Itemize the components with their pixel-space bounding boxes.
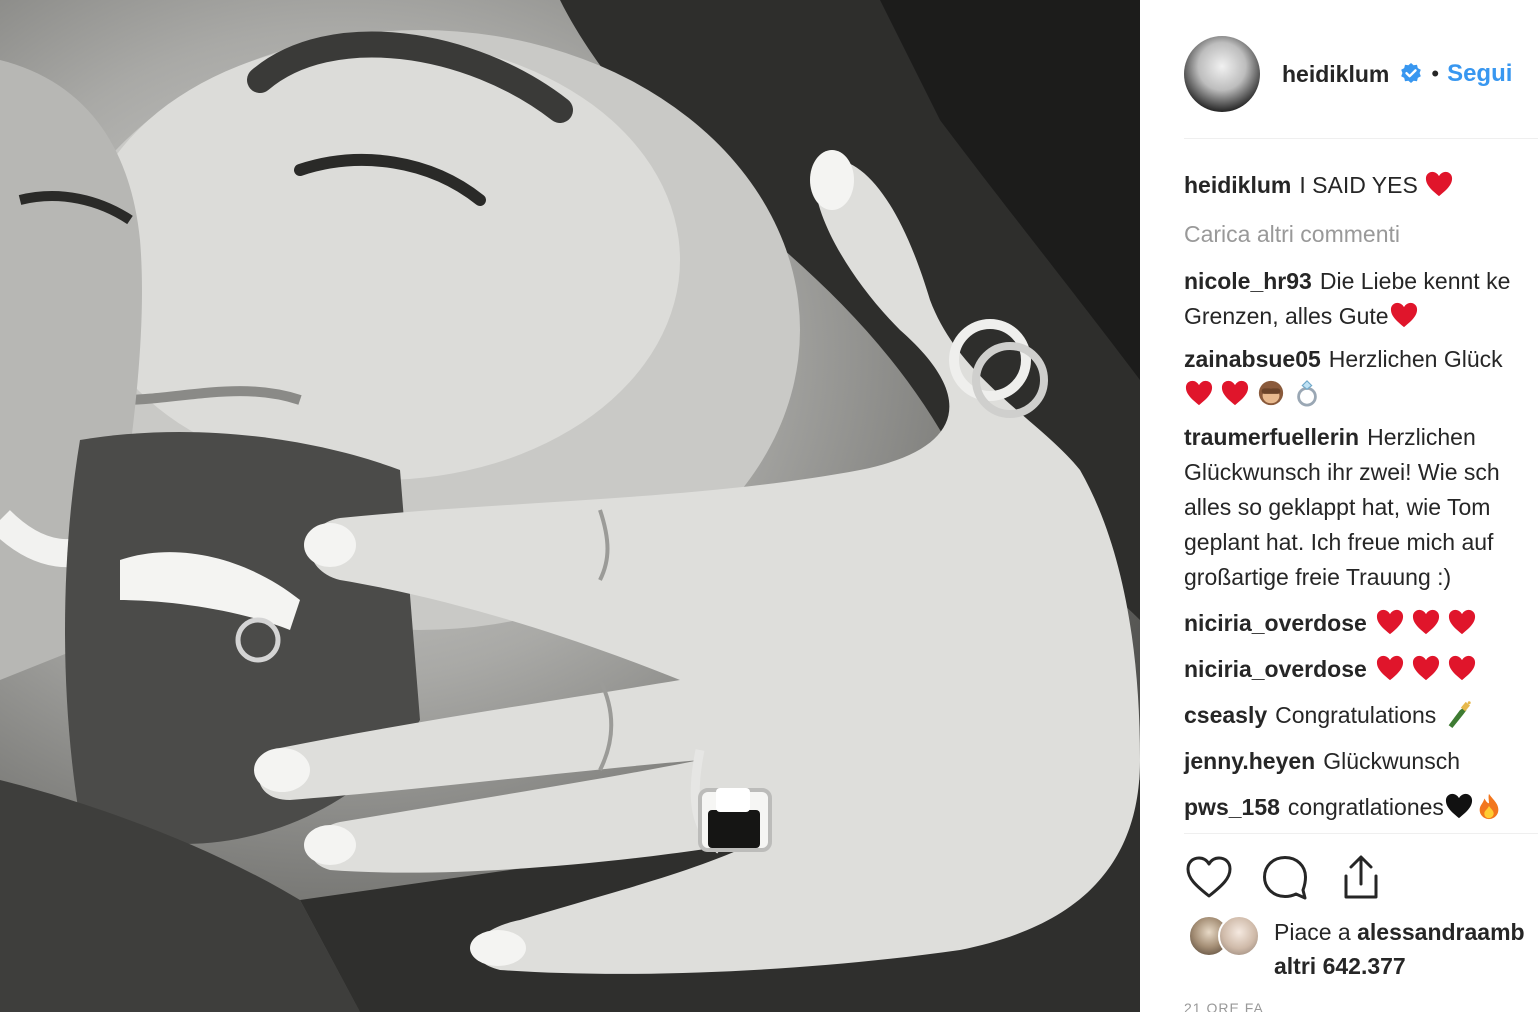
- actions-divider: [1184, 833, 1538, 834]
- header-divider: [1184, 138, 1538, 139]
- red-heart-emoji-icon: [1448, 609, 1475, 635]
- red-heart-emoji-icon: [1412, 655, 1439, 681]
- champagne-bottle-emoji-icon: [1448, 701, 1471, 728]
- likes-user[interactable]: alessandraamb: [1357, 919, 1524, 945]
- likes-others[interactable]: altri 642.377: [1274, 953, 1406, 979]
- separator-dot: •: [1431, 61, 1440, 86]
- fire-emoji-icon: [1479, 793, 1499, 820]
- red-heart-emoji-icon: [1390, 302, 1417, 328]
- comment-text-line3: alles so geklappt hat, wie Tom: [1184, 494, 1491, 520]
- likes-summary: Piace a alessandraamb altri 642.377: [1188, 915, 1525, 983]
- red-heart-emoji-icon: [1221, 380, 1249, 406]
- comment: pws_158 congratlationes: [1184, 790, 1538, 825]
- comment-username[interactable]: nicole_hr93: [1184, 268, 1312, 294]
- heart-outline-icon[interactable]: [1184, 852, 1234, 902]
- comment-username[interactable]: cseasly: [1184, 702, 1267, 728]
- comment: traumerfuellerin Herzlichen Glückwunsch i…: [1184, 420, 1538, 595]
- verified-badge-icon: [1401, 63, 1422, 83]
- comment-text-line2: Grenzen, alles Gute: [1184, 303, 1389, 329]
- comments-list: heidiklum I SAID YES Carica altri comment…: [1184, 168, 1538, 825]
- post-actions: [1184, 852, 1412, 902]
- comment: niciria_overdose: [1184, 652, 1538, 687]
- post-header: heidiklum • Segui: [1184, 36, 1538, 112]
- comment: zainabsue05 Herzlichen Glück: [1184, 342, 1538, 412]
- comment-username[interactable]: jenny.heyen: [1184, 748, 1315, 774]
- monkey-emoji-icon: [1258, 380, 1284, 406]
- comment-text-line5: großartige freie Trauung :): [1184, 564, 1452, 590]
- caption-username[interactable]: heidiklum: [1184, 172, 1291, 198]
- comment: nicole_hr93 Die Liebe kennt ke Grenzen, a…: [1184, 264, 1538, 334]
- author-username[interactable]: heidiklum: [1282, 61, 1389, 88]
- post-timestamp[interactable]: 21 ORE FA: [1184, 1000, 1264, 1012]
- liker-avatar[interactable]: [1218, 915, 1260, 957]
- post-caption: heidiklum I SAID YES: [1184, 168, 1538, 203]
- caption-text: I SAID YES: [1299, 172, 1418, 198]
- likes-text: Piace a alessandraamb altri 642.377: [1274, 915, 1525, 983]
- comment-text: congratlationes: [1287, 794, 1444, 820]
- red-heart-emoji-icon: [1426, 171, 1453, 197]
- speech-bubble-icon[interactable]: [1260, 852, 1310, 902]
- comment: jenny.heyen Glückwunsch: [1184, 744, 1538, 779]
- comment-username[interactable]: niciria_overdose: [1184, 610, 1367, 636]
- comment-username[interactable]: traumerfuellerin: [1184, 424, 1359, 450]
- comment-username[interactable]: niciria_overdose: [1184, 656, 1367, 682]
- comment: niciria_overdose: [1184, 606, 1538, 641]
- likes-prefix: Piace a: [1274, 919, 1351, 945]
- share-upload-icon[interactable]: [1336, 852, 1386, 902]
- comment-text: Die Liebe kennt ke: [1319, 268, 1511, 294]
- comment-text: Herzlichen: [1367, 424, 1476, 450]
- post-sidebar: heidiklum • Segui heidiklum I SAID YES Ca…: [1140, 0, 1538, 1012]
- load-more-comments[interactable]: Carica altri commenti: [1184, 217, 1538, 252]
- comment-text: Congratulations: [1275, 702, 1437, 728]
- red-heart-emoji-icon: [1185, 380, 1213, 406]
- post-photo[interactable]: [0, 0, 1140, 1012]
- comment-text: Glückwunsch: [1323, 748, 1461, 774]
- post-photo-illustration: [0, 0, 1140, 1012]
- comment-text-line2: Glückwunsch ihr zwei! Wie sch: [1184, 459, 1500, 485]
- comment-text: Herzlichen Glück: [1328, 346, 1503, 372]
- red-heart-emoji-icon: [1412, 609, 1439, 635]
- comment-username[interactable]: pws_158: [1184, 794, 1280, 820]
- comment-text-line4: geplant hat. Ich freue mich auf: [1184, 529, 1494, 555]
- red-heart-emoji-icon: [1376, 655, 1403, 681]
- comment-username[interactable]: zainabsue05: [1184, 346, 1321, 372]
- black-heart-emoji-icon: [1445, 793, 1472, 819]
- follow-button[interactable]: Segui: [1447, 60, 1512, 88]
- red-heart-emoji-icon: [1448, 655, 1475, 681]
- author-avatar[interactable]: [1184, 36, 1260, 112]
- red-heart-emoji-icon: [1376, 609, 1403, 635]
- comment: cseasly Congratulations: [1184, 698, 1538, 733]
- ring-emoji-icon: [1297, 380, 1317, 407]
